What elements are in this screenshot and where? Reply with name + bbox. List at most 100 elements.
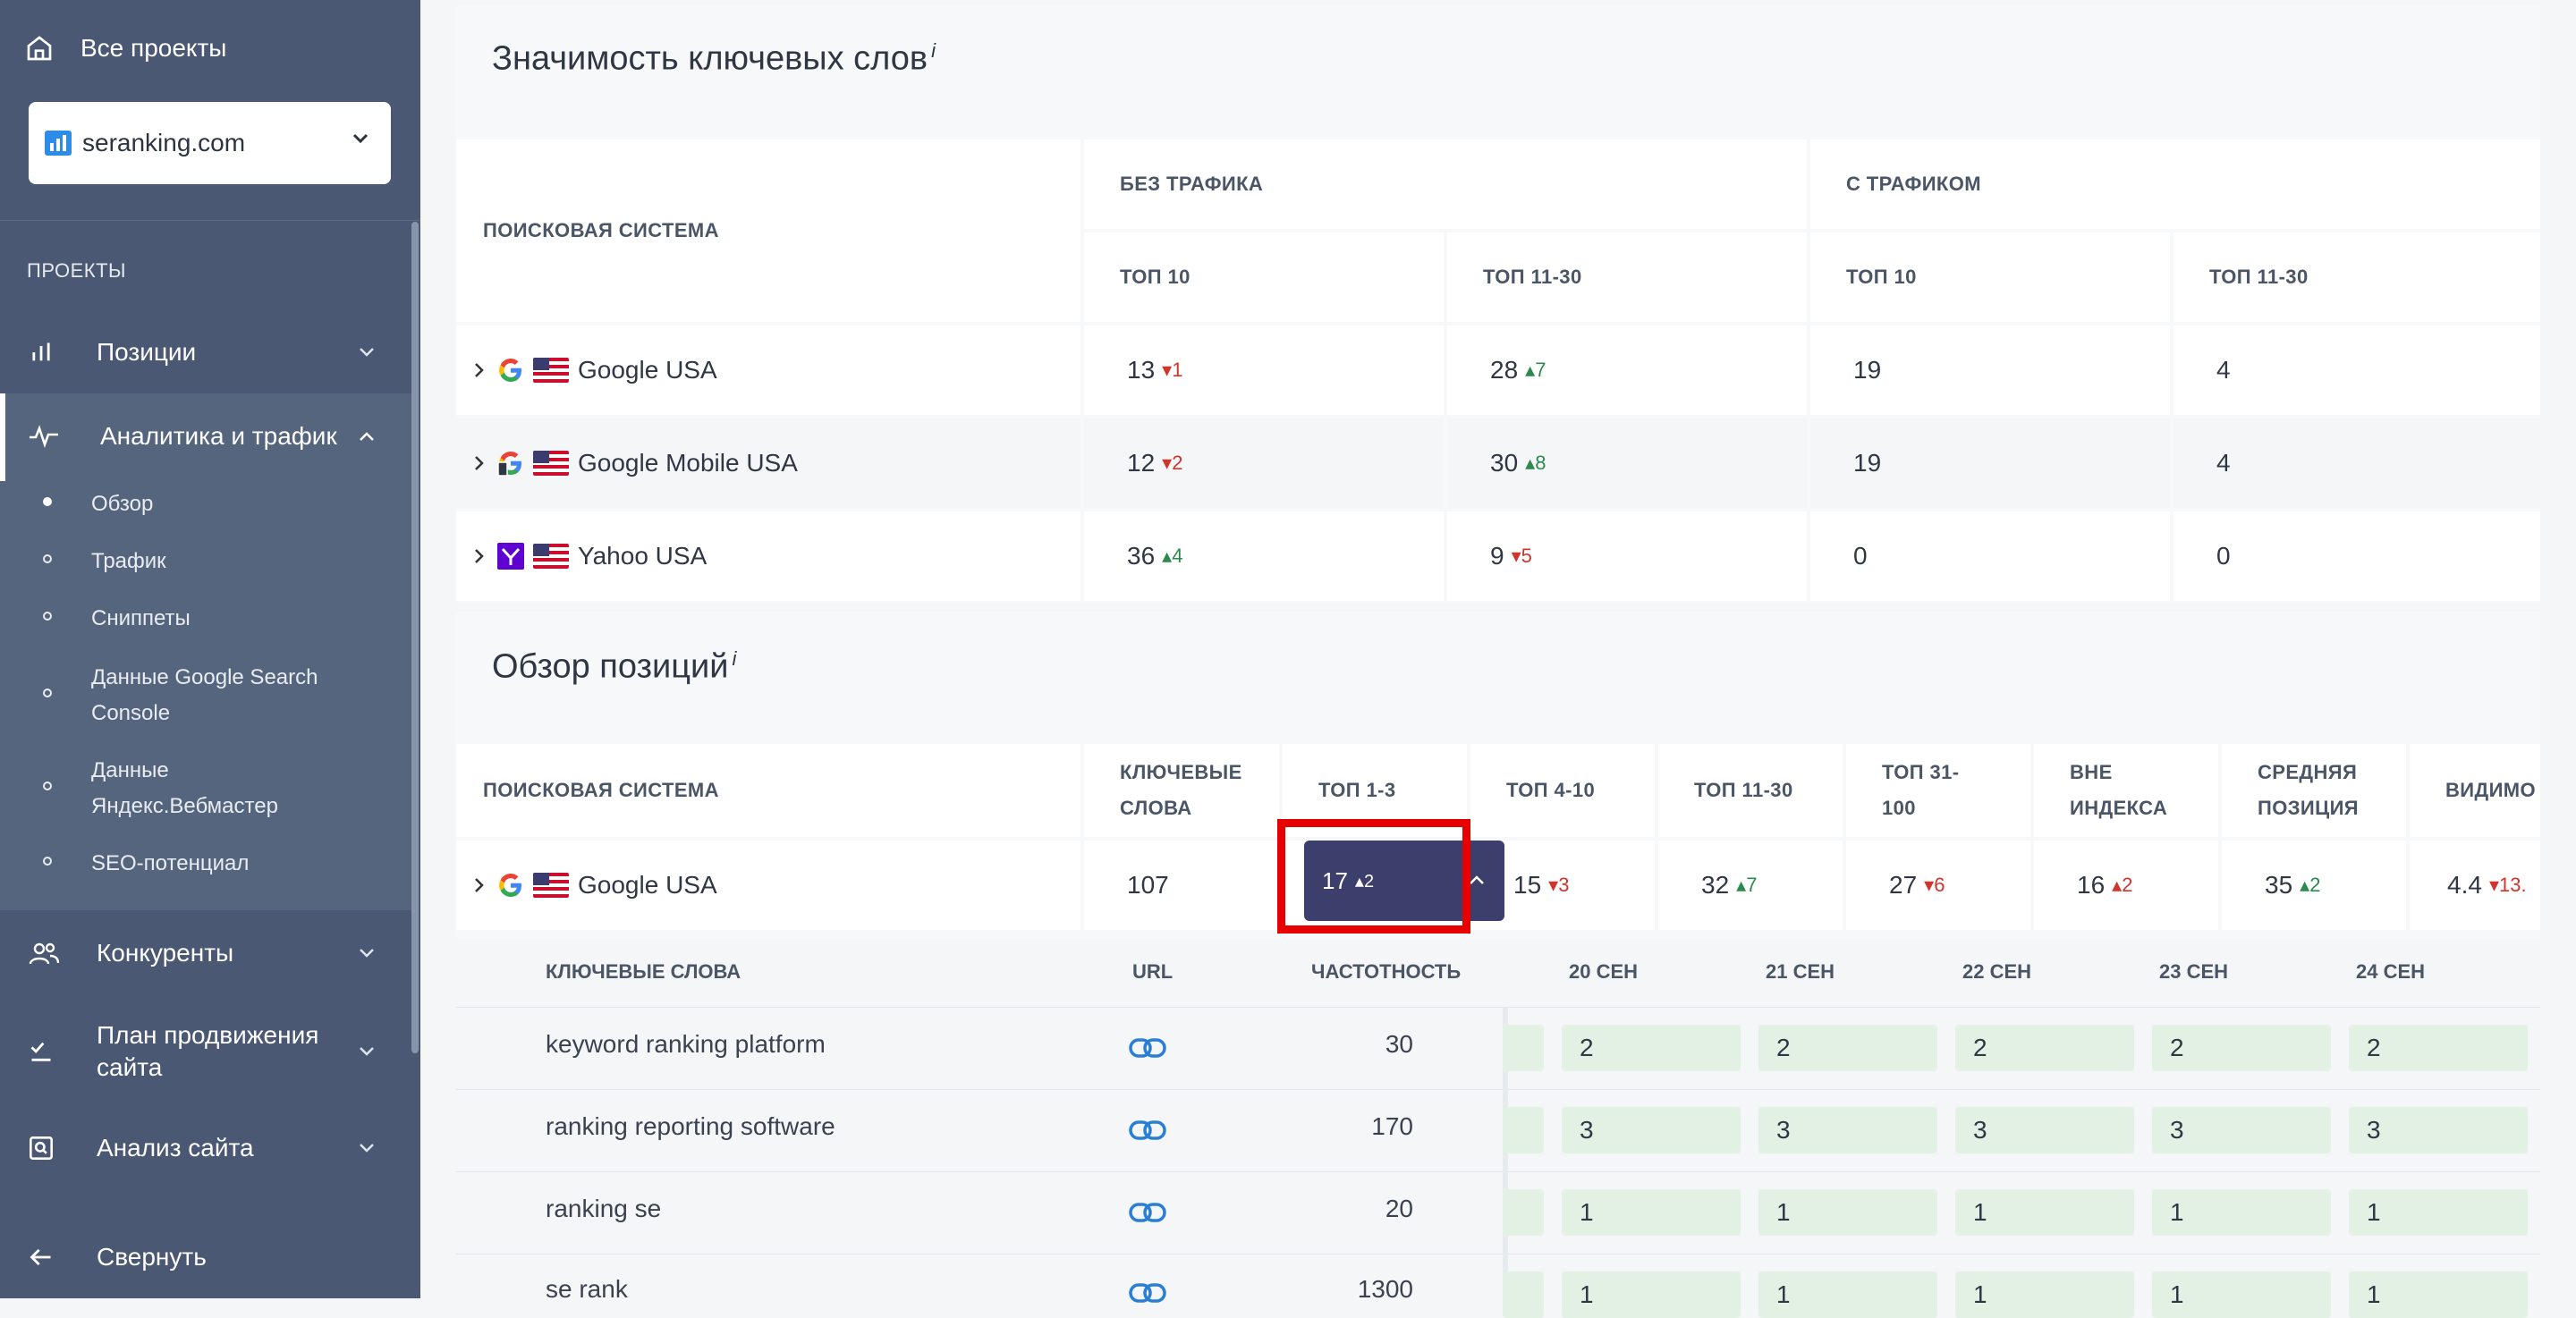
detail-header-date: 24 СЕН <box>2356 960 2426 983</box>
sidebar-item-label: Аналитика и трафик <box>100 422 337 450</box>
dot-icon <box>43 857 52 866</box>
cell-top31-100[interactable]: 27 ▾6 <box>1846 841 2030 930</box>
rank-cell[interactable]: 1 <box>2349 1189 2528 1236</box>
trend-down-icon: ▾5 <box>1511 545 1532 567</box>
header-avg-position[interactable]: СРЕДНЯЯ ПОЗИЦИЯ <box>2222 744 2406 837</box>
header-top10: ТОП 10 <box>1084 232 1444 322</box>
subitem-label: Сниппеты <box>91 606 191 630</box>
link-icon[interactable] <box>1129 1280 1166 1305</box>
se-name: Google USA <box>578 356 717 384</box>
rank-cell[interactable]: 1 <box>1955 1272 2134 1318</box>
header-visibility[interactable]: ВИДИМО <box>2410 744 2540 837</box>
rank-cell[interactable]: 2 <box>2152 1025 2331 1071</box>
sidebar-item-plan[interactable]: План продвижения сайта <box>0 1016 420 1087</box>
rank-cell[interactable]: 1 <box>2152 1272 2331 1318</box>
sidebar-subitem-snippets[interactable]: Сниппеты <box>43 601 191 637</box>
sidebar-scrollbar[interactable] <box>411 222 419 1053</box>
header-top31-100[interactable]: ТОП 31- 100 <box>1846 744 2030 837</box>
trend-down-icon: ▾1 <box>1162 359 1183 381</box>
rank-cell[interactable]: 1 <box>1562 1189 1741 1236</box>
info-icon[interactable]: i <box>931 39 936 62</box>
info-icon[interactable]: i <box>732 647 736 670</box>
sidebar-subitem-traffic[interactable]: Трафик <box>43 544 166 579</box>
rank-cell[interactable]: 2 <box>1758 1025 1937 1071</box>
link-icon[interactable] <box>1129 1200 1166 1225</box>
rank-cell[interactable]: 3 <box>1562 1107 1741 1153</box>
project-select[interactable]: seranking.com <box>29 102 391 184</box>
trend-down-icon: ▾3 <box>1548 874 1570 896</box>
chevron-down-icon <box>360 949 374 958</box>
chevron-right-icon[interactable] <box>474 547 485 565</box>
rank-cell[interactable]: 3 <box>1758 1107 1937 1153</box>
rank-cell[interactable]: 2 <box>2349 1025 2528 1071</box>
table-row-se[interactable]: Google USA <box>456 325 1080 415</box>
rank-cell[interactable]: 2 <box>1562 1025 1741 1071</box>
cell-nt11: 9 ▾5 <box>1447 511 1807 601</box>
sidebar-item-analytics[interactable]: Аналитика и трафик <box>0 415 420 458</box>
rank-cell[interactable]: 3 <box>2349 1107 2528 1153</box>
cell-top11-30[interactable]: 32 ▴7 <box>1658 841 1843 930</box>
sidebar-collapse-button[interactable]: Свернуть <box>0 1236 420 1279</box>
table-row-se[interactable]: Google USA <box>456 841 1080 930</box>
users-icon <box>29 942 59 965</box>
all-projects-link[interactable]: Все проекты <box>25 25 226 72</box>
header-top4-10[interactable]: ТОП 4-10 <box>1470 744 1655 837</box>
sidebar-item-competitors[interactable]: Конкуренты <box>0 932 420 975</box>
detail-header-url: URL <box>1132 960 1174 983</box>
chevron-right-icon[interactable] <box>474 361 485 379</box>
detail-header-date: 20 СЕН <box>1569 960 1639 983</box>
rank-cell[interactable]: 1 <box>1758 1189 1937 1236</box>
cell-out-of-index[interactable]: 16 ▴2 <box>2034 841 2218 930</box>
sidebar-subitem-overview[interactable]: Обзор <box>43 486 153 522</box>
trend-up-icon: ▴7 <box>1736 874 1758 896</box>
detail-header-date: 23 СЕН <box>2159 960 2229 983</box>
sidebar-item-positions[interactable]: Позиции <box>0 331 420 374</box>
se-name: Yahoo USA <box>578 542 708 570</box>
dot-icon <box>43 689 52 697</box>
us-flag-icon <box>533 873 569 898</box>
card-title: Обзор позиций i <box>492 647 737 686</box>
cell-nt10: 12 ▾2 <box>1084 418 1444 508</box>
header-with-traffic: С ТРАФИКОМ <box>1810 139 2540 229</box>
bar-chart-icon <box>45 131 72 156</box>
header-top11-30[interactable]: ТОП 11-30 <box>1658 744 1843 837</box>
cell-wt10: 19 <box>1810 418 2170 508</box>
sidebar-active-group <box>0 393 411 910</box>
table-row-se[interactable]: Google Mobile USA <box>456 418 1080 508</box>
divider <box>456 1171 2540 1172</box>
rank-cell[interactable]: 1 <box>2152 1189 2331 1236</box>
rank-cell[interactable]: 3 <box>1955 1107 2134 1153</box>
bar-chart-icon <box>32 342 50 361</box>
chevron-right-icon[interactable] <box>474 454 485 472</box>
dot-icon <box>43 782 52 790</box>
link-icon[interactable] <box>1129 1035 1166 1060</box>
cell-nt10: 36 ▴4 <box>1084 511 1444 601</box>
rank-cell[interactable]: 1 <box>1562 1272 1741 1318</box>
us-flag-icon <box>533 358 569 383</box>
header-no-traffic: БЕЗ ТРАФИКА <box>1084 139 1807 229</box>
sidebar-subitem-seo-potential[interactable]: SEO-потенциал <box>43 846 249 882</box>
cell-visibility: 4.4 ▾13. <box>2410 841 2540 930</box>
subitem-label: Данные Google Search Console <box>91 665 318 725</box>
cell-wt11: 0 <box>2174 511 2540 601</box>
table-row-se[interactable]: Yahoo USA <box>456 511 1080 601</box>
sidebar-item-site-audit[interactable]: Анализ сайта <box>0 1127 420 1170</box>
sidebar-subitem-yandex[interactable]: Данные Яндекс.Вебмастер <box>43 753 338 824</box>
rank-cell[interactable]: 1 <box>1955 1189 2134 1236</box>
chevron-right-icon[interactable] <box>474 876 485 894</box>
cell-nt11: 30 ▴8 <box>1447 418 1807 508</box>
sidebar-subitem-gsc[interactable]: Данные Google Search Console <box>43 660 365 731</box>
detail-header-keyword: КЛЮЧЕВЫЕ СЛОВА <box>546 960 741 983</box>
chevron-down-icon <box>360 1144 374 1153</box>
chevron-up-icon <box>360 432 374 441</box>
trend-down-icon: ▾13. <box>2488 874 2527 896</box>
rank-cell[interactable]: 2 <box>1955 1025 2134 1071</box>
rank-cell[interactable]: 1 <box>2349 1272 2528 1318</box>
rank-cell[interactable]: 3 <box>2152 1107 2331 1153</box>
header-out-of-index[interactable]: ВНЕ ИНДЕКСА <box>2034 744 2218 837</box>
rank-cell[interactable]: 1 <box>1758 1272 1937 1318</box>
detail-header-frequency[interactable]: ЧАСТОТНОСТЬ <box>1311 960 1461 984</box>
dot-icon <box>43 554 52 563</box>
link-icon[interactable] <box>1129 1118 1166 1143</box>
trend-up-icon: ▴2 <box>2300 874 2321 896</box>
